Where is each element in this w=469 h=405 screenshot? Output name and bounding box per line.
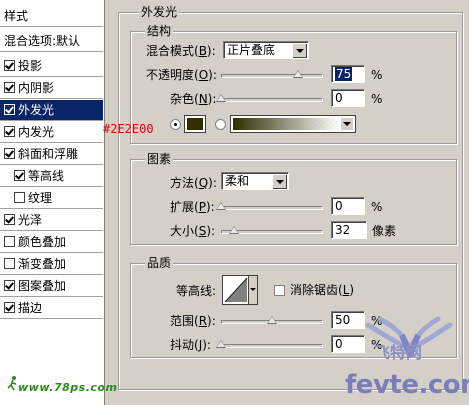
chevron-down-icon [248,275,258,305]
style-checkbox[interactable] [4,82,15,93]
noise-slider-thumb[interactable] [216,94,226,102]
style-item-label: 颜色叠加 [18,235,67,249]
jitter-label: 抖动(J): [170,338,211,352]
blend-options-item[interactable]: 混合选项:默认 [0,31,103,52]
style-item-label: 内发光 [18,125,55,139]
technique-label: 方法(Q): [170,176,217,190]
size-unit: 像素 [372,224,397,238]
noise-slider[interactable] [221,98,323,102]
style-item-label: 描边 [18,301,43,315]
contour-picker[interactable] [222,275,258,305]
anti-alias-label: 消除锯齿(L) [290,283,355,297]
opacity-field[interactable]: 75 [331,65,365,83]
range-label: 范围(R): [170,314,216,328]
style-item[interactable]: 内阴影 [0,78,103,99]
chevron-down-icon [341,118,353,130]
style-checkbox[interactable] [4,280,15,291]
style-item-label: 渐变叠加 [18,257,67,271]
linear-contour-icon [224,277,248,303]
chevron-down-icon [272,174,287,189]
style-item[interactable]: 颜色叠加 [0,232,103,253]
spread-slider[interactable] [221,206,323,210]
glow-color-fill [187,118,203,130]
chevron-down-icon [292,43,307,58]
spread-unit: % [371,200,383,214]
quality-title: 品质 [145,256,174,270]
style-item[interactable]: 光泽 [0,210,103,231]
size-slider-thumb[interactable] [229,226,240,234]
opacity-value: 75 [335,67,353,81]
style-item[interactable]: 内发光 [0,122,103,143]
style-item[interactable]: 投影 [0,56,103,77]
style-item[interactable]: 斜面和浮雕 [0,144,103,165]
style-item[interactable]: 渐变叠加 [0,254,103,275]
style-item[interactable]: 等高线 [0,166,103,187]
style-checkbox[interactable] [14,192,25,203]
style-item[interactable]: 描边 [0,298,103,319]
style-item[interactable]: 外发光 [0,100,103,121]
structure-title: 结构 [145,24,174,38]
styles-panel: 样式 混合选项:默认 投影内阴影外发光内发光斜面和浮雕等高线纹理光泽颜色叠加渐变… [0,0,117,405]
opacity-label: 不透明度(O): [146,68,217,82]
noise-unit: % [371,92,383,106]
style-item[interactable]: 纹理 [0,188,103,209]
styles-header-label: 样式 [4,9,29,23]
fevte-en-watermark: fevte.com [345,370,469,400]
style-checkbox[interactable] [4,148,15,159]
noise-field[interactable]: 0 [331,89,365,107]
gradient-radio[interactable] [215,119,226,130]
blend-options-label: 混合选项:默认 [4,34,81,48]
fevte-cn-watermark: 飞特网 [374,343,423,362]
jitter-slider-thumb[interactable] [216,340,226,348]
blend-mode-select[interactable]: 正片叠底 [223,41,309,59]
style-checkbox[interactable] [4,214,15,225]
style-checkbox[interactable] [4,258,15,269]
jitter-slider[interactable] [221,344,323,348]
spread-slider-thumb[interactable] [216,202,226,210]
color-code-annotation: #2E2E00 [103,122,154,136]
opacity-slider-thumb[interactable] [292,70,303,78]
elements-title: 图素 [145,152,174,166]
style-item-label: 图案叠加 [18,279,67,293]
technique-value: 柔和 [225,174,250,188]
spread-label: 扩展(P): [170,200,215,214]
anti-alias-checkbox[interactable] [274,285,285,296]
style-checkbox[interactable] [4,60,15,71]
opacity-slider[interactable] [221,74,323,78]
opacity-unit: % [371,68,383,82]
style-checkbox[interactable] [4,104,15,115]
range-slider-thumb[interactable] [267,316,277,324]
gradient-picker[interactable] [230,115,356,133]
style-checkbox[interactable] [4,236,15,247]
style-checkbox[interactable] [4,126,15,137]
style-checkbox[interactable] [14,170,25,181]
blend-mode-label: 混合模式(B): [146,44,216,58]
outer-glow-title: 外发光 [139,5,180,19]
style-item-label: 斜面和浮雕 [18,147,79,161]
style-item-label: 投影 [18,59,43,73]
style-item-label: 外发光 [18,103,55,117]
size-field[interactable]: 32 [331,221,367,239]
glow-color-swatch[interactable] [184,115,206,133]
spread-field[interactable]: 0 [331,197,365,215]
style-item-label: 纹理 [28,191,53,205]
style-item-label: 内阴影 [18,81,55,95]
styles-header[interactable]: 样式 [0,6,103,27]
noise-label: 杂色(N): [170,92,217,106]
contour-label: 等高线: [176,284,217,298]
size-label: 大小(S): [170,224,216,238]
style-item[interactable]: 图案叠加 [0,276,103,297]
solid-color-radio[interactable] [170,119,181,130]
blend-mode-value: 正片叠底 [227,43,276,57]
style-item-label: 光泽 [18,213,43,227]
watermark-78ps: www.78ps.com [18,381,118,394]
technique-select[interactable]: 柔和 [221,172,289,190]
gradient-preview [233,118,339,130]
style-item-label: 等高线 [28,169,65,183]
style-checkbox[interactable] [4,302,15,313]
